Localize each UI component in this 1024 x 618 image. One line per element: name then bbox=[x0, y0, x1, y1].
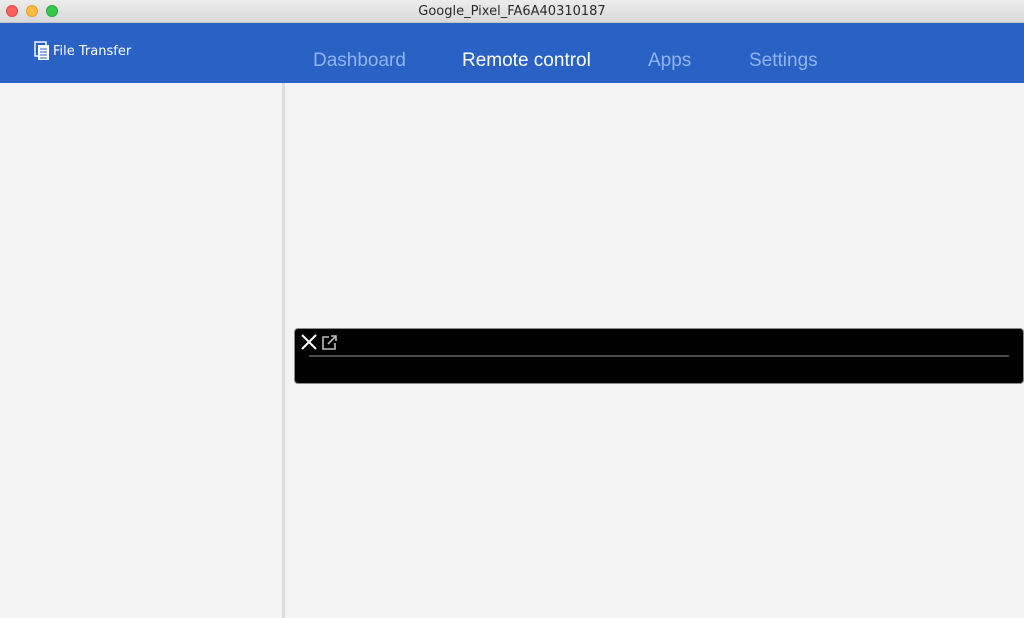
tab-settings[interactable]: Settings bbox=[749, 50, 818, 72]
remote-control-panel bbox=[294, 328, 1024, 384]
app-logo[interactable]: File Transfer bbox=[34, 41, 131, 61]
close-icon[interactable] bbox=[300, 333, 318, 351]
document-stack-icon bbox=[34, 41, 49, 60]
sidebar bbox=[0, 83, 282, 618]
title-bar: Google_Pixel_FA6A40310187 bbox=[0, 0, 1024, 23]
panel-separator bbox=[309, 355, 1009, 357]
tab-remote-control[interactable]: Remote control bbox=[462, 50, 591, 72]
tab-dashboard[interactable]: Dashboard bbox=[313, 50, 406, 72]
external-link-icon[interactable] bbox=[321, 334, 338, 351]
app-logo-label: File Transfer bbox=[53, 43, 132, 59]
app-window: Google_Pixel_FA6A40310187 File Transfer … bbox=[0, 0, 1024, 618]
tab-apps[interactable]: Apps bbox=[648, 50, 691, 72]
window-title: Google_Pixel_FA6A40310187 bbox=[418, 4, 606, 19]
app-header: File Transfer Dashboard Remote control A… bbox=[0, 23, 1024, 83]
